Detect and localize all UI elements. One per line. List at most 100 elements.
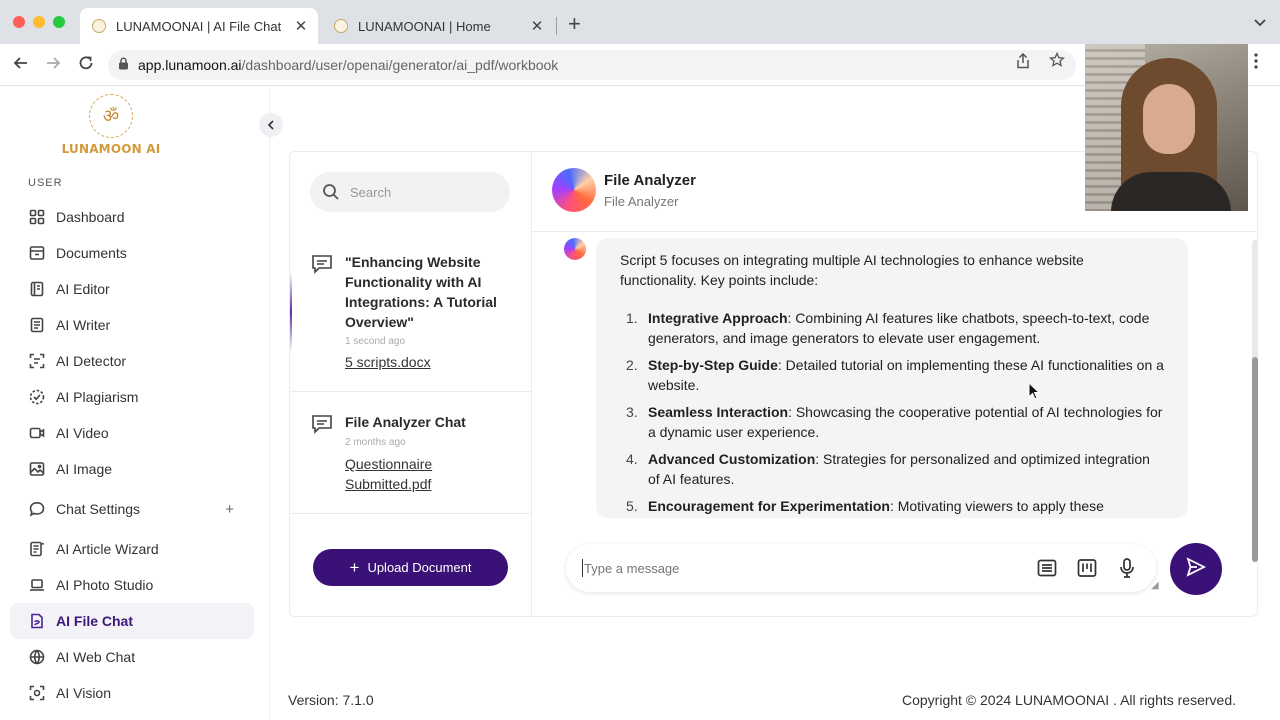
send-icon bbox=[1185, 556, 1207, 583]
sidebar-item-ai-photo-studio[interactable]: AI Photo Studio bbox=[10, 567, 254, 603]
expand-plus-icon[interactable]: + bbox=[225, 501, 234, 518]
conversation-title: "Enhancing Website Functionality with AI… bbox=[345, 254, 497, 330]
list-number: 2. bbox=[626, 357, 638, 373]
sidebar-item-ai-editor[interactable]: AI Editor bbox=[10, 271, 254, 307]
sidebar-item-label: AI Video bbox=[56, 425, 109, 441]
conversation-file-link[interactable]: Questionnaire Submitted.pdf bbox=[345, 454, 515, 494]
avatar bbox=[552, 168, 596, 212]
point-term: Seamless Interaction bbox=[648, 404, 789, 420]
search-placeholder: Search bbox=[350, 184, 392, 200]
browser-menu-icon[interactable] bbox=[1254, 53, 1258, 74]
sidebar-item-ai-vision[interactable]: AI Vision bbox=[10, 675, 254, 711]
sidebar-item-label: Chat Settings bbox=[56, 501, 141, 517]
tab-close-icon[interactable]: ✕ bbox=[526, 17, 548, 35]
conversation-file-link[interactable]: 5 scripts.docx bbox=[345, 352, 515, 372]
logo[interactable]: ॐ LUNAMOON AI bbox=[58, 94, 164, 158]
sidebar-item-ai-writer[interactable]: AI Writer bbox=[10, 307, 254, 343]
version-text: Version: 7.1.0 bbox=[288, 692, 374, 708]
message-icon bbox=[311, 254, 333, 274]
tab-title: LUNAMOONAI | AI File Chat bbox=[116, 18, 282, 34]
sidebar: ॐ LUNAMOON AI USER Dashboard Documents A… bbox=[0, 86, 270, 720]
conversation-title: File Analyzer Chat bbox=[345, 414, 466, 430]
presenter-body bbox=[1111, 172, 1231, 211]
resize-grip-icon[interactable]: ◢ bbox=[1151, 580, 1159, 591]
conversation-item[interactable]: File Analyzer Chat 2 months ago Question… bbox=[290, 392, 531, 514]
message-intro: Script 5 focuses on integrating multiple… bbox=[620, 252, 1084, 288]
text-caret bbox=[582, 559, 583, 577]
globe-icon bbox=[28, 648, 46, 666]
webcam-overlay bbox=[1085, 44, 1248, 211]
upload-document-button[interactable]: + Upload Document bbox=[313, 549, 508, 586]
file-chat-icon bbox=[28, 612, 46, 630]
text-document-icon[interactable] bbox=[1036, 557, 1058, 579]
point-term: Advanced Customization bbox=[648, 451, 816, 467]
tab-search-chevron-icon[interactable] bbox=[1254, 15, 1266, 30]
sidebar-item-label: AI Editor bbox=[56, 281, 110, 297]
chat-panel: File Analyzer File Analyzer Script 5 foc… bbox=[532, 152, 1257, 616]
favicon-icon bbox=[92, 19, 106, 33]
sidebar-item-label: AI Article Wizard bbox=[56, 541, 159, 557]
presenter-face bbox=[1143, 84, 1195, 154]
sidebar-item-chat-settings[interactable]: Chat Settings + bbox=[10, 491, 254, 527]
sidebar-item-label: AI Detector bbox=[56, 353, 127, 369]
point-term: Integrative Approach bbox=[648, 310, 788, 326]
message-input[interactable] bbox=[584, 560, 1036, 576]
browser-tab-home[interactable]: LUNAMOONAI | Home ✕ bbox=[322, 8, 554, 44]
url-path: /dashboard/user/openai/generator/ai_pdf/… bbox=[241, 57, 559, 73]
sidebar-item-ai-detector[interactable]: AI Detector bbox=[10, 343, 254, 379]
sidebar-item-ai-file-chat[interactable]: AI File Chat bbox=[10, 603, 254, 639]
list-item: 5. Encouragement for Experimentation: Mot… bbox=[620, 496, 1164, 516]
dashboard-icon bbox=[28, 208, 46, 226]
sidebar-item-label: AI Image bbox=[56, 461, 113, 477]
browser-tab-ai-file-chat[interactable]: LUNAMOONAI | AI File Chat ✕ bbox=[80, 8, 318, 44]
url-field[interactable]: app.lunamoon.ai/dashboard/user/openai/ge… bbox=[108, 50, 1076, 80]
window-close-button[interactable] bbox=[13, 16, 25, 28]
sidebar-item-ai-article-wizard[interactable]: AI Article Wizard bbox=[10, 531, 254, 567]
forward-arrow-icon[interactable] bbox=[44, 54, 62, 77]
message-composer[interactable] bbox=[566, 544, 1156, 592]
list-number: 3. bbox=[626, 404, 638, 420]
sidebar-item-label: AI Vision bbox=[56, 685, 111, 701]
logo-text: LUNAMOON AI bbox=[61, 142, 161, 156]
sidebar-item-documents[interactable]: Documents bbox=[10, 235, 254, 271]
list-number: 4. bbox=[626, 451, 638, 467]
point-text: : Motivating viewers to apply these bbox=[889, 498, 1104, 514]
sidebar-item-dashboard[interactable]: Dashboard bbox=[10, 199, 254, 235]
sidebar-item-ai-video[interactable]: AI Video bbox=[10, 415, 254, 451]
list-item: 4. Advanced Customization: Strategies for… bbox=[620, 449, 1164, 489]
microphone-icon[interactable] bbox=[1116, 557, 1138, 579]
list-item: 3. Seamless Interaction: Showcasing the c… bbox=[620, 402, 1164, 442]
window-zoom-button[interactable] bbox=[53, 16, 65, 28]
bookmark-star-icon[interactable] bbox=[1048, 51, 1066, 73]
sidebar-item-label: AI File Chat bbox=[56, 613, 134, 629]
new-tab-button[interactable]: + bbox=[568, 13, 581, 35]
conversation-search-input[interactable]: Search bbox=[310, 172, 510, 212]
tab-close-icon[interactable]: ✕ bbox=[290, 17, 312, 35]
conversation-item[interactable]: "Enhancing Website Functionality with AI… bbox=[290, 232, 531, 392]
reload-icon[interactable] bbox=[77, 54, 95, 77]
chat-subtitle: File Analyzer bbox=[604, 194, 679, 209]
sidebar-collapse-button[interactable] bbox=[259, 113, 283, 137]
image-icon bbox=[28, 460, 46, 478]
scan-icon bbox=[28, 684, 46, 702]
sidebar-item-label: AI Web Chat bbox=[56, 649, 136, 665]
assistant-message: Script 5 focuses on integrating multiple… bbox=[596, 238, 1188, 518]
sidebar-item-ai-web-chat[interactable]: AI Web Chat bbox=[10, 639, 254, 675]
tab-title: LUNAMOONAI | Home bbox=[358, 18, 491, 34]
sidebar-item-ai-plagiarism[interactable]: AI Plagiarism bbox=[10, 379, 254, 415]
list-item: 1. Integrative Approach: Combining AI fea… bbox=[620, 308, 1164, 348]
back-arrow-icon[interactable] bbox=[12, 54, 30, 77]
list-item: 2. Step-by-Step Guide: Detailed tutorial … bbox=[620, 355, 1164, 395]
board-icon[interactable] bbox=[1076, 557, 1098, 579]
send-button[interactable] bbox=[1170, 543, 1222, 595]
chat-icon bbox=[28, 500, 46, 518]
sidebar-item-ai-image[interactable]: AI Image bbox=[10, 451, 254, 487]
active-conversation-indicator bbox=[290, 272, 292, 352]
lock-icon[interactable] bbox=[118, 57, 138, 73]
share-icon[interactable] bbox=[1016, 52, 1030, 73]
chat-scrollbar-thumb[interactable] bbox=[1252, 357, 1258, 562]
chat-name: File Analyzer bbox=[604, 172, 696, 189]
window-minimize-button[interactable] bbox=[33, 16, 45, 28]
file-chat-card: Search "Enhancing Website Functionality … bbox=[289, 151, 1258, 617]
conversation-time: 2 months ago bbox=[345, 437, 406, 448]
